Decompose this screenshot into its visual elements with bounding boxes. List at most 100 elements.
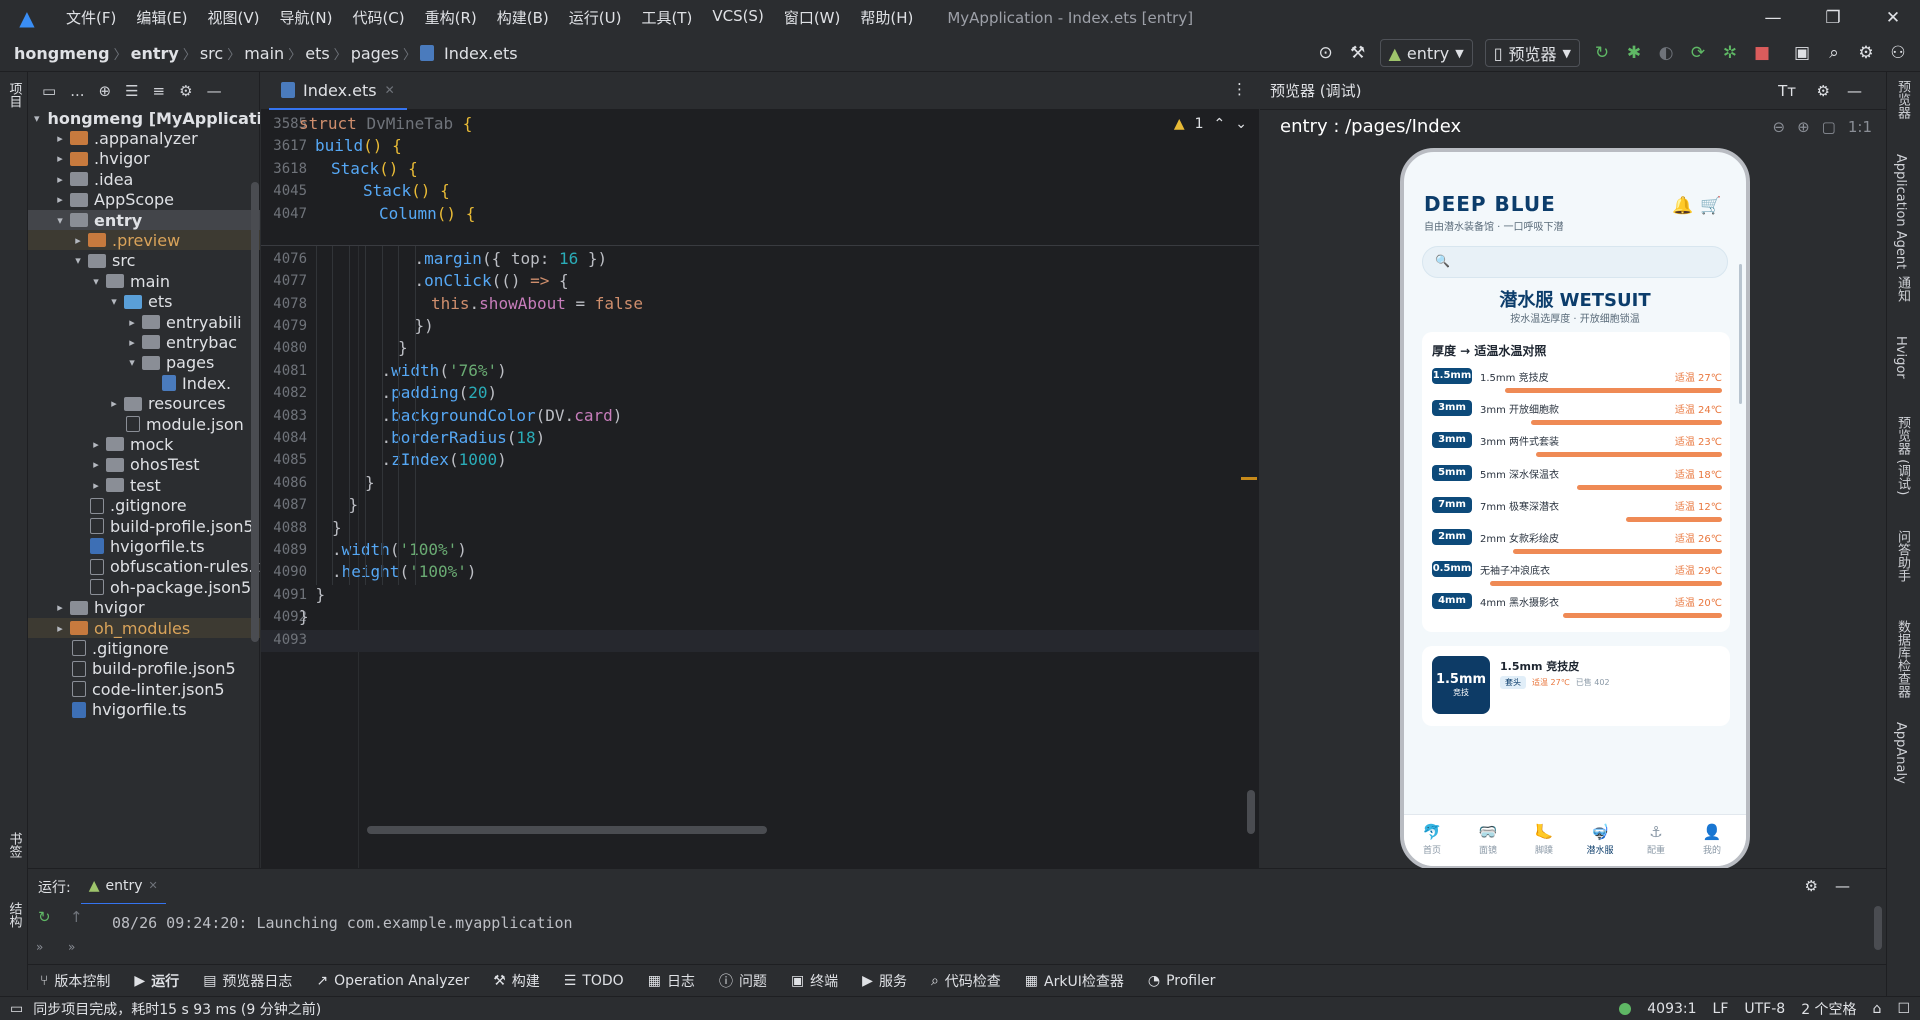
- nav-item[interactable]: 🦶 脚蹼: [1520, 823, 1568, 856]
- expand-arrow-icon[interactable]: ▾: [34, 112, 40, 125]
- read-only-icon[interactable]: ⌂: [1873, 1001, 1882, 1017]
- gear-icon[interactable]: ⚙: [1817, 82, 1830, 100]
- tree-item[interactable]: ▾ ets: [28, 292, 260, 312]
- tree-item[interactable]: ▸ mock: [28, 434, 260, 454]
- tree-item[interactable]: ▸ ohosTest: [28, 455, 260, 475]
- hammer-icon[interactable]: ⚒: [1344, 39, 1372, 67]
- right-tool-tab[interactable]: Application Agent: [1893, 154, 1908, 269]
- thickness-row[interactable]: 2mm 2mm 女款彩绘皮 适温 26℃: [1432, 527, 1722, 559]
- menu-item[interactable]: 代码(C): [342, 7, 414, 28]
- tree-item[interactable]: module.json: [28, 414, 260, 434]
- actual-size-icon[interactable]: 1:1: [1848, 118, 1872, 136]
- tree-item[interactable]: ▸ AppScope: [28, 190, 260, 210]
- collapse-arrow-icon[interactable]: ▸: [88, 458, 104, 471]
- project-tool-tab[interactable]: 项目: [2, 82, 26, 108]
- tool-window-button[interactable]: ⚒ 构建: [481, 971, 552, 991]
- close-tab-icon[interactable]: ✕: [149, 879, 158, 892]
- collapse-arrow-icon[interactable]: ▸: [70, 234, 86, 247]
- gear-icon[interactable]: ⚙: [1805, 877, 1818, 895]
- cart-icon[interactable]: 🛒: [1700, 196, 1721, 216]
- featured-product-card[interactable]: 1.5mm 竞技 1.5mm 竞技皮 套头 适温 27℃ 已售 402: [1422, 646, 1730, 726]
- breadcrumb-item[interactable]: pages: [347, 44, 403, 63]
- collapse-arrow-icon[interactable]: ▸: [52, 152, 68, 165]
- tool-window-button[interactable]: ▶ 运行: [122, 971, 191, 991]
- thickness-row[interactable]: 5mm 5mm 深水保温衣 适温 18℃: [1432, 463, 1722, 495]
- breadcrumb-item[interactable]: main: [240, 44, 288, 63]
- previous-highlight-icon[interactable]: ⌃: [1214, 116, 1226, 132]
- tool-window-button[interactable]: ◔ Profiler: [1136, 973, 1228, 989]
- more-actions-icon[interactable]: »: [36, 940, 43, 954]
- scroll-up-icon[interactable]: ↑: [70, 908, 83, 926]
- tree-item[interactable]: ▾ src: [28, 251, 260, 271]
- nav-item[interactable]: ⚓ 配重: [1632, 823, 1680, 856]
- gear-icon[interactable]: ⚙: [1852, 39, 1880, 67]
- indent-setting[interactable]: 2 个空格: [1801, 999, 1856, 1019]
- nav-item[interactable]: 🥽 面镜: [1464, 823, 1512, 856]
- menu-item[interactable]: VCS(S): [702, 7, 773, 28]
- rerun-icon[interactable]: ↻: [1588, 39, 1616, 67]
- file-encoding[interactable]: UTF-8: [1744, 1001, 1785, 1017]
- menu-item[interactable]: 编辑(E): [126, 7, 197, 28]
- expand-arrow-icon[interactable]: ▾: [106, 295, 122, 308]
- right-tool-tab[interactable]: 预览器: [1893, 80, 1912, 119]
- phone-preview[interactable]: DEEP BLUE 自由潜水装备馆 · 一口呼吸下潜 🔔 🛒 🔍 潜水服 WET…: [1400, 148, 1750, 870]
- tool-window-button[interactable]: ⑂ 版本控制: [28, 971, 122, 991]
- right-tool-tab[interactable]: 问答助手: [1893, 530, 1912, 582]
- tree-item[interactable]: .gitignore: [28, 638, 260, 658]
- menu-item[interactable]: 文件(F): [56, 7, 126, 28]
- right-tool-tab[interactable]: 通知: [1893, 276, 1912, 302]
- tool-window-button[interactable]: ▤ 预览器日志: [191, 971, 304, 991]
- module-selector[interactable]: ▲ entry ▼: [1379, 39, 1473, 67]
- more-options-icon[interactable]: ⋮: [1232, 80, 1247, 98]
- collapse-arrow-icon[interactable]: ▸: [88, 438, 104, 451]
- menu-item[interactable]: 导航(N): [270, 7, 343, 28]
- tree-item[interactable]: ▸ hvigor: [28, 598, 260, 618]
- collapse-all-icon[interactable]: ≡: [153, 82, 166, 100]
- panel-layout-icon[interactable]: ▭: [42, 82, 56, 100]
- tree-item[interactable]: ▸ .idea: [28, 169, 260, 189]
- hide-panel-icon[interactable]: —: [1847, 82, 1862, 100]
- tab-index-ets[interactable]: Index.ets ✕: [269, 72, 407, 110]
- attach-icon[interactable]: ◐: [1652, 39, 1680, 67]
- breadcrumb-item[interactable]: entry: [127, 44, 183, 63]
- run-tab-entry[interactable]: ▲ entry ✕: [80, 869, 166, 905]
- debug-attach-icon[interactable]: ✲: [1716, 39, 1744, 67]
- tree-item[interactable]: ▸ resources: [28, 394, 260, 414]
- right-tool-tab[interactable]: AppAnaly: [1893, 722, 1908, 784]
- locate-icon[interactable]: ⊕: [99, 82, 112, 100]
- tool-window-button[interactable]: ▦ ArkUI检查器: [1013, 971, 1136, 991]
- breadcrumb-item[interactable]: ets: [301, 44, 333, 63]
- tree-item[interactable]: Index.: [28, 373, 260, 393]
- collapse-arrow-icon[interactable]: ▸: [52, 132, 68, 145]
- tool-window-button[interactable]: ⌕ 代码检查: [919, 971, 1013, 991]
- thickness-row[interactable]: 1.5mm 1.5mm 竞技皮 适温 27℃: [1432, 366, 1722, 398]
- menu-item[interactable]: 窗口(W): [774, 7, 851, 28]
- zoom-in-icon[interactable]: ⊕: [1797, 118, 1810, 136]
- tree-item[interactable]: ▸ oh_modules: [28, 618, 260, 638]
- menu-item[interactable]: 工具(T): [631, 7, 702, 28]
- app-search-input[interactable]: 🔍: [1422, 246, 1728, 278]
- font-size-icon[interactable]: Tт: [1778, 82, 1796, 100]
- tool-window-button[interactable]: ▦ 日志: [636, 971, 707, 991]
- more-actions-icon-2[interactable]: »: [68, 940, 75, 954]
- thickness-row[interactable]: 0.5mm 无袖子冲浪底衣 适温 29℃: [1432, 559, 1722, 591]
- project-view-selector[interactable]: ...: [70, 82, 84, 100]
- tree-item[interactable]: .gitignore: [28, 496, 260, 516]
- collapse-arrow-icon[interactable]: ▸: [88, 479, 104, 492]
- vertical-scrollbar[interactable]: [1247, 790, 1255, 834]
- expand-arrow-icon[interactable]: ▾: [124, 356, 140, 369]
- device-manager-icon[interactable]: ▣: [1788, 39, 1816, 67]
- tool-window-button[interactable]: ▣ 终端: [779, 971, 850, 991]
- right-tool-tab[interactable]: Hvigor: [1893, 336, 1908, 379]
- zoom-out-icon[interactable]: ⊖: [1773, 118, 1786, 136]
- maximize-button[interactable]: ❐: [1806, 0, 1860, 35]
- expand-arrow-icon[interactable]: ▾: [88, 275, 104, 288]
- menu-item[interactable]: 帮助(H): [850, 7, 923, 28]
- debug-icon[interactable]: ✱: [1620, 39, 1648, 67]
- collapse-arrow-icon[interactable]: ▸: [52, 601, 68, 614]
- caret-position[interactable]: 4093:1: [1647, 1001, 1696, 1017]
- gear-icon[interactable]: ⚙: [179, 82, 192, 100]
- inspection-widget[interactable]: ▲ 1 ⌃ ⌄: [1174, 116, 1247, 132]
- tree-item[interactable]: ▸ .appanalyzer: [28, 128, 260, 148]
- bell-icon[interactable]: 🔔: [1672, 196, 1693, 216]
